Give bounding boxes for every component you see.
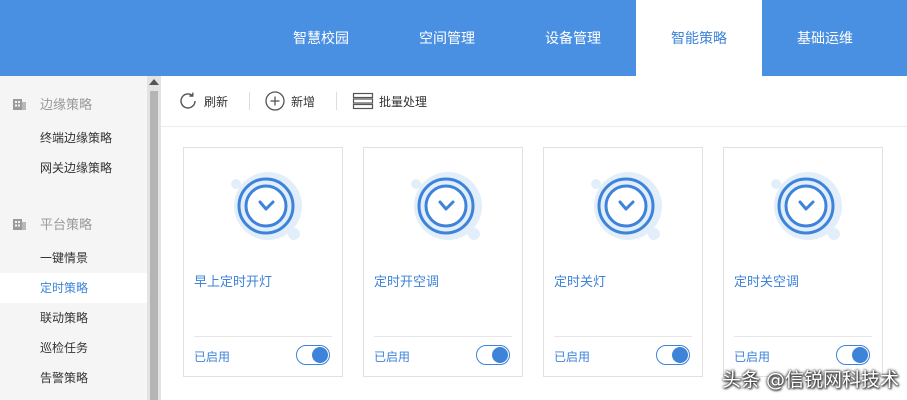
sidebar-section-edge: 边缘策略	[0, 88, 147, 118]
refresh-button[interactable]: 刷新	[177, 89, 228, 113]
card-title: 定时开空调	[374, 275, 440, 290]
toolbar-divider	[336, 92, 337, 110]
enable-toggle[interactable]	[656, 345, 690, 365]
enable-toggle[interactable]	[476, 345, 510, 365]
sidebar-item-one-click-scene[interactable]: 一键情景	[0, 243, 147, 273]
sidebar-section-label: 平台策略	[40, 218, 93, 233]
sidebar-section-platform: 平台策略	[0, 208, 147, 238]
list-icon	[352, 92, 374, 110]
toggle-knob	[312, 347, 328, 363]
clock-icon	[231, 172, 302, 240]
strategy-card[interactable]: 定时关空调 已启用	[723, 147, 883, 377]
nav-basic-ops[interactable]: 基础运维	[762, 0, 888, 76]
strategy-card[interactable]: 定时关灯 已启用	[543, 147, 703, 377]
scrollbar-thumb[interactable]	[150, 91, 158, 400]
refresh-icon	[180, 92, 196, 109]
card-divider	[554, 336, 692, 337]
card-status: 已启用	[554, 350, 591, 364]
sidebar: 边缘策略 终端边缘策略 网关边缘策略 平台策略 一键情景 定时策略 联动策略 巡…	[0, 76, 147, 400]
clock-icon	[591, 172, 662, 240]
card-title: 定时关灯	[554, 275, 607, 290]
batch-process-button[interactable]: 批量处理	[352, 89, 427, 113]
scroll-up-arrow-icon[interactable]	[149, 79, 159, 85]
sidebar-item-terminal-edge[interactable]: 终端边缘策略	[0, 123, 147, 153]
watermark: 头条 @信锐网科技术	[721, 369, 899, 391]
plus-circle-icon	[265, 91, 285, 111]
toggle-knob	[852, 347, 868, 363]
card-title: 早上定时开灯	[194, 275, 273, 290]
card-status: 已启用	[374, 350, 411, 364]
nav-space-management[interactable]: 空间管理	[384, 0, 510, 76]
top-navigation-bar: 智慧校园 空间管理 设备管理 智能策略 基础运维	[0, 0, 907, 76]
building-icon	[13, 219, 26, 230]
card-divider	[734, 336, 872, 337]
strategy-card[interactable]: 定时开空调 已启用	[363, 147, 523, 377]
card-status: 已启用	[734, 350, 771, 364]
toolbar: 刷新 新增 批量处理	[161, 76, 907, 127]
strategy-card[interactable]: 早上定时开灯 已启用	[183, 147, 343, 377]
card-title: 定时关空调	[734, 275, 800, 290]
clock-icon	[771, 172, 842, 240]
clock-icon	[411, 172, 482, 240]
card-status: 已启用	[194, 350, 231, 364]
card-divider	[374, 336, 512, 337]
toolbar-divider	[249, 92, 250, 110]
sidebar-section-label: 边缘策略	[40, 98, 93, 113]
sidebar-item-gateway-edge[interactable]: 网关边缘策略	[0, 153, 147, 183]
strategy-card-grid: 早上定时开灯 已启用 定时开空调 已启用 定时关灯 已启用 定时关空调 已启用	[161, 127, 907, 400]
sidebar-item-linkage-strategy[interactable]: 联动策略	[0, 303, 147, 333]
nav-device-management[interactable]: 设备管理	[510, 0, 636, 76]
building-icon	[13, 99, 26, 110]
card-divider	[194, 336, 332, 337]
add-label: 新增	[291, 94, 316, 109]
sidebar-item-scheduled-strategy[interactable]: 定时策略	[0, 273, 147, 303]
toggle-knob	[672, 347, 688, 363]
enable-toggle[interactable]	[836, 345, 870, 365]
nav-smart-campus[interactable]: 智慧校园	[258, 0, 384, 76]
nav-smart-strategy[interactable]: 智能策略	[636, 0, 762, 76]
sidebar-item-inspection-task[interactable]: 巡检任务	[0, 333, 147, 363]
enable-toggle[interactable]	[296, 345, 330, 365]
refresh-label: 刷新	[204, 94, 229, 109]
add-button[interactable]: 新增	[264, 89, 315, 113]
toggle-knob	[492, 347, 508, 363]
sidebar-item-alarm-strategy[interactable]: 告警策略	[0, 363, 147, 393]
top-nav: 智慧校园 空间管理 设备管理 智能策略 基础运维	[258, 0, 888, 76]
batch-process-label: 批量处理	[379, 94, 428, 109]
